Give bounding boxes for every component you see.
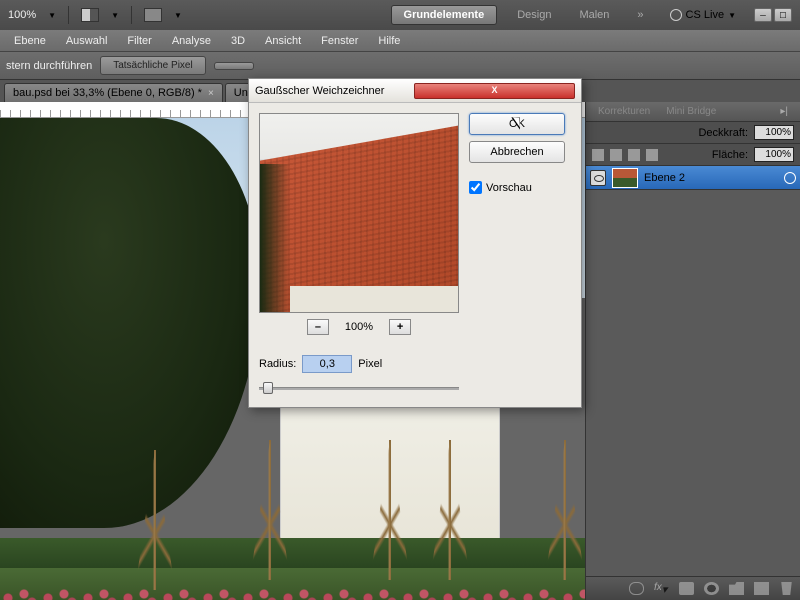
dialog-titlebar[interactable]: Gaußscher Weichzeichner X [249,79,581,103]
options-label: stern durchführen [6,60,92,72]
filter-preview[interactable] [259,113,459,313]
menu-filter[interactable]: Filter [119,33,159,49]
menu-auswahl[interactable]: Auswahl [58,33,116,49]
layers-footer: fx▾ [586,576,800,600]
workspace-grundelemente[interactable]: Grundelemente [391,5,498,25]
cslive-button[interactable]: CS Live▼ [664,9,742,21]
layer-thumbnail[interactable] [612,168,638,188]
menu-ebene[interactable]: Ebene [6,33,54,49]
right-panels: Korrekturen Mini Bridge ▸| Deckkraft: Fl… [585,102,800,600]
adjustment-icon[interactable] [704,582,719,595]
fill-label: Fläche: [712,149,748,161]
lock-position-icon[interactable] [628,149,640,161]
panel-menu-icon[interactable]: ▸| [772,104,796,119]
close-icon[interactable]: X [414,83,575,99]
tab-label: bau.psd bei 33,3% (Ebene 0, RGB/8) * [13,87,202,99]
close-tab-icon[interactable]: × [208,88,214,99]
menu-3d[interactable]: 3D [223,33,253,49]
workspace-design[interactable]: Design [509,9,559,21]
cancel-button[interactable]: Abbrechen [469,141,565,163]
radius-input[interactable] [302,355,352,373]
pixel-label: Pixel [358,358,382,370]
workspace-more[interactable]: » [629,9,651,21]
zoom-level[interactable]: 100% [8,9,36,21]
document-tab-1[interactable]: bau.psd bei 33,3% (Ebene 0, RGB/8) * × [4,83,223,102]
dialog-title: Gaußscher Weichzeichner [255,85,414,97]
opt-button-2[interactable] [214,62,254,70]
tab-label: Un [234,87,248,99]
menu-analyse[interactable]: Analyse [164,33,219,49]
mask-icon[interactable] [679,582,694,595]
zoom-in-button[interactable]: + [389,319,411,335]
link-icon[interactable] [629,582,644,595]
menu-hilfe[interactable]: Hilfe [370,33,408,49]
lock-all-icon[interactable] [646,149,658,161]
preview-checkbox-label: Vorschau [486,182,532,194]
opacity-input[interactable] [754,125,794,140]
zoom-out-button[interactable]: – [307,319,329,335]
minimize-icon[interactable]: ─ [754,8,772,22]
menu-fenster[interactable]: Fenster [313,33,366,49]
group-icon[interactable] [729,582,744,595]
preview-checkbox[interactable] [469,181,482,194]
menu-bar: Ebene Auswahl Filter Analyse 3D Ansicht … [0,30,800,52]
panel-tab-minibridge[interactable]: Mini Bridge [658,104,724,119]
menu-ansicht[interactable]: Ansicht [257,33,309,49]
gaussian-blur-dialog: Gaußscher Weichzeichner X – 100% + Radiu… [248,78,582,408]
zoom-dropdown-icon[interactable]: ▼ [48,11,56,20]
radius-slider[interactable] [259,379,459,397]
preview-zoom: 100% [345,321,373,333]
radius-label: Radius: [259,358,296,370]
lock-pixels-icon[interactable] [610,149,622,161]
new-layer-icon[interactable] [754,582,769,595]
lock-icon[interactable] [592,149,604,161]
maximize-icon[interactable]: ☐ [774,8,792,22]
panel-tab-korrekturen[interactable]: Korrekturen [590,104,658,119]
ok-button[interactable]: OK [469,113,565,135]
fill-input[interactable] [754,147,794,162]
actual-pixels-button[interactable]: Tatsächliche Pixel [100,56,205,75]
opacity-label: Deckkraft: [698,127,748,139]
fx-icon[interactable]: fx▾ [654,582,669,595]
layer-row[interactable]: Ebene 2 [586,166,800,190]
layer-name: Ebene 2 [644,172,685,184]
visibility-icon[interactable] [590,170,606,186]
layer-style-icon[interactable] [784,172,796,184]
delete-icon[interactable] [779,582,794,595]
screen-mode-icon[interactable] [81,8,99,22]
workspace-malen[interactable]: Malen [571,9,617,21]
view-mode-icon[interactable] [144,8,162,22]
cslive-icon [670,9,682,21]
slider-thumb[interactable] [263,382,273,394]
preview-checkbox-row[interactable]: Vorschau [469,181,565,194]
